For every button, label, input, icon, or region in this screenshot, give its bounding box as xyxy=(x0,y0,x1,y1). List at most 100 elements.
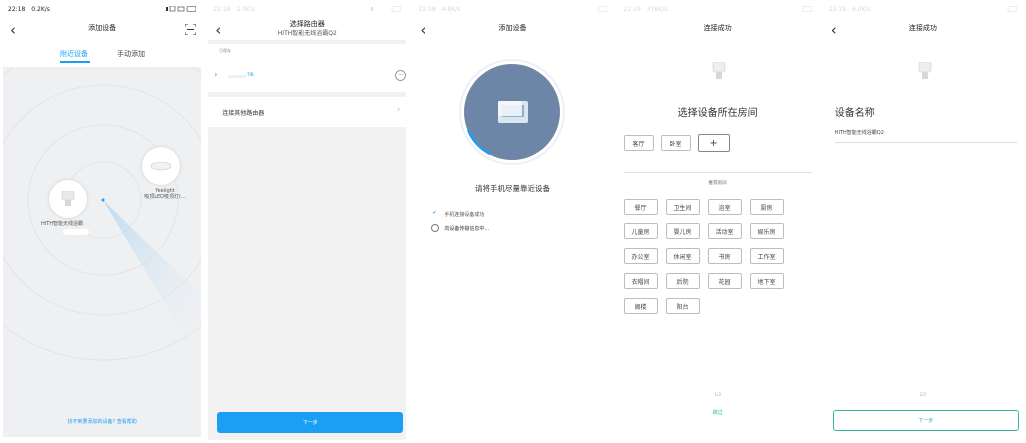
selected-chevron-icon: › xyxy=(214,70,218,79)
help-link[interactable]: 找不到要添加的设备? 查看帮助 xyxy=(3,418,201,425)
status-bar: 22:19 376K/s xyxy=(616,0,820,18)
recommended-room-chip[interactable]: 浴室 xyxy=(707,199,742,215)
status-speed: 6.0K/s xyxy=(852,5,871,13)
status-time: 22:18 xyxy=(213,5,231,13)
recommended-room-chip[interactable]: 阁楼 xyxy=(623,298,658,314)
chevron-right-icon: › xyxy=(396,105,401,115)
device-icon xyxy=(712,62,725,79)
recommended-room-chip[interactable]: 卫生间 xyxy=(665,199,700,215)
tab-nearby[interactable]: 附近设备 xyxy=(60,49,88,59)
signal-battery-icon xyxy=(597,6,607,12)
device-bath-heater-label: HITH智能无线浴霸 xyxy=(41,221,84,227)
header: ‹ 添加设备 xyxy=(410,18,614,44)
recommended-room-chip[interactable]: 书房 xyxy=(707,248,742,264)
recommended-room-chip[interactable]: 地下室 xyxy=(749,273,784,289)
status-bar: 22:18 0.2K/s xyxy=(0,0,204,18)
status-speed: 376K/s xyxy=(646,5,668,13)
header: 连接成功 xyxy=(616,18,820,44)
recommended-room-chip[interactable]: 娱乐房 xyxy=(749,223,784,239)
recommended-room-chip[interactable]: 后院 xyxy=(665,273,700,289)
tab-nearby-indicator xyxy=(60,61,90,63)
device-name-input[interactable]: HITH智能无线浴霸Q2 xyxy=(835,129,884,136)
recommended-room-chip[interactable]: 厨房 xyxy=(749,199,784,215)
device-ceiling-light[interactable] xyxy=(142,147,180,185)
ceiling-light-icon xyxy=(150,161,172,171)
page-title: 连接成功 xyxy=(908,24,937,32)
screen-device-name: 22:19 6.0K/s ‹ 连接成功 设备名称 HITH智能无线浴霸Q2 2/3… xyxy=(820,0,1026,443)
other-router-row[interactable]: 连接其他路由器 › xyxy=(208,97,406,127)
screen-add-device-nearby: 22:18 0.2K/s ‹ 添加设备 附近设备 手动添加 HITH智能无线浴霸… xyxy=(0,0,206,443)
status-time: 22:18 xyxy=(8,5,26,13)
page-subtitle: HITH智能无线浴霸Q2 xyxy=(277,30,337,37)
status-time: 22:18 xyxy=(418,5,436,13)
radar-area: HITH智能无线浴霸 Yeelight 吸顶LED吸顶灯(... 找不到要添加的… xyxy=(3,67,202,437)
screen-choose-room: 22:19 376K/s 连接成功 选择设备所在房间 客厅 卧室 + 推荐房间 餐… xyxy=(615,0,821,443)
signal-battery-icon xyxy=(371,6,402,12)
step-2: 向设备传输信息中... xyxy=(444,226,490,232)
radar-graphic xyxy=(3,67,202,364)
header: ‹ 添加设备 xyxy=(0,18,204,44)
signal-battery-icon xyxy=(1007,6,1017,12)
name-heading: 设备名称 xyxy=(834,108,875,119)
other-router-label: 连接其他路由器 xyxy=(222,110,265,117)
recommended-room-chip[interactable]: 活动室 xyxy=(707,223,742,239)
page-indicator: 2/3 xyxy=(919,392,927,397)
add-room-button[interactable]: + xyxy=(697,134,730,152)
recommended-room-chip[interactable]: 儿童房 xyxy=(623,223,658,239)
connecting-graphic xyxy=(459,59,566,165)
device-bath-heater[interactable] xyxy=(49,180,87,218)
device-ceiling-light-label: 吸顶LED吸顶灯(... xyxy=(144,194,186,200)
status-speed: 4.8K/s xyxy=(441,5,461,13)
step-pending-icon xyxy=(431,224,440,232)
status-speed: 2.0K/s xyxy=(236,5,256,13)
status-icons xyxy=(166,6,197,12)
tab-manual[interactable]: 手动添加 xyxy=(117,49,145,59)
scan-icon[interactable] xyxy=(185,24,197,35)
recommended-room-chip[interactable]: 工作室 xyxy=(749,248,784,264)
room-heading: 选择设备所在房间 xyxy=(677,108,758,119)
section-label: 已保存 xyxy=(219,48,232,53)
page-title: 连接成功 xyxy=(703,24,732,32)
screen-connecting: 22:18 4.8K/s ‹ 添加设备 请将手机尽量靠近设备 ✔ 手机连接设备成功… xyxy=(410,0,616,443)
tab-bar: 附近设备 手动添加 xyxy=(0,44,204,64)
screen-choose-router: 22:18 2.0K/s ‹ 选择路由器 HITH智能无线浴霸Q2 已保存 › -… xyxy=(205,0,411,443)
signal-battery-icon xyxy=(802,6,812,12)
next-button[interactable]: 下一步 xyxy=(217,412,404,433)
page-title: 添加设备 xyxy=(88,24,117,32)
status-bar: 22:19 6.0K/s xyxy=(821,0,1025,18)
empty-area xyxy=(208,127,407,440)
status-time: 22:19 xyxy=(828,5,847,13)
router-name: -TIB xyxy=(246,72,254,77)
recommended-room-chip[interactable]: 休闲室 xyxy=(665,248,700,264)
recommended-room-chip[interactable]: 衣帽间 xyxy=(623,273,658,289)
recommended-room-chip[interactable]: 花园 xyxy=(707,273,742,289)
signal-battery-icon xyxy=(166,6,197,12)
saved-router-row[interactable]: › -TIB ··· xyxy=(208,60,407,92)
screenshot-strip: 22:18 0.2K/s ‹ 添加设备 附近设备 手动添加 HITH智能无线浴霸… xyxy=(0,0,1026,443)
room-chip[interactable]: 卧室 xyxy=(660,135,691,151)
more-icon[interactable]: ··· xyxy=(395,70,407,81)
recommended-room-chip[interactable]: 办公室 xyxy=(623,248,658,264)
divider xyxy=(208,40,407,44)
room-chip[interactable]: 客厅 xyxy=(623,135,654,151)
recommended-room-chip[interactable]: 婴儿房 xyxy=(665,223,700,239)
recommend-label: 推荐房间 xyxy=(702,181,733,186)
bath-heater-icon xyxy=(61,191,75,206)
header: ‹ 连接成功 xyxy=(821,18,1025,44)
recommended-room-chip[interactable]: 阳台 xyxy=(665,298,700,314)
page-indicator: 1/3 xyxy=(714,392,721,397)
skip-button[interactable]: 跳过 xyxy=(616,409,820,416)
status-bar: 22:18 2.0K/s xyxy=(205,0,409,18)
recommended-room-chip[interactable]: 餐厅 xyxy=(623,199,658,215)
page-title: 添加设备 xyxy=(498,24,527,32)
step-done-check-icon: ✔ xyxy=(432,210,437,216)
router-name-masked xyxy=(228,75,247,78)
input-underline xyxy=(834,142,1017,143)
recommend-label-wrap: 推荐房间 xyxy=(616,169,820,188)
device-icon xyxy=(918,62,932,79)
status-bar: 22:18 4.8K/s xyxy=(410,0,614,18)
device-bath-heater-tag xyxy=(63,229,89,235)
status-speed: 0.2K/s xyxy=(31,5,50,13)
device-ceiling-light-labels: Yeelight 吸顶LED吸顶灯(... xyxy=(129,188,201,200)
next-button[interactable]: 下一步 xyxy=(832,410,1019,431)
